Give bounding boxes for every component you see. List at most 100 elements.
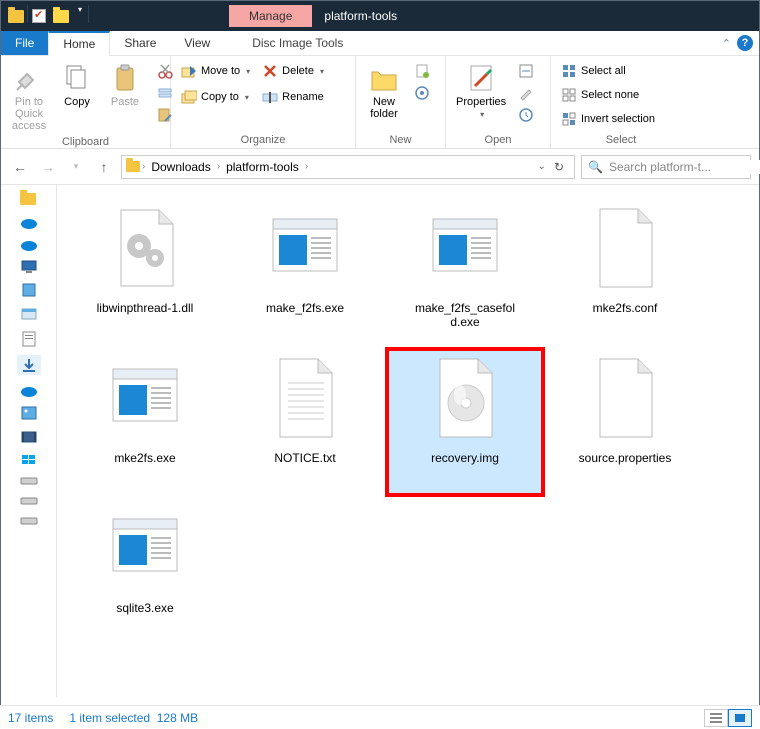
new-folder-icon [368, 62, 400, 94]
easy-access-button[interactable] [410, 82, 434, 104]
file-name: recovery.img [431, 451, 499, 465]
select-none-icon [561, 87, 577, 103]
tree-onedrive-icon[interactable] [20, 237, 38, 251]
new-item-button[interactable] [410, 60, 434, 82]
copy-to-button[interactable]: Copy to▾ [177, 86, 254, 108]
tree-3dobjects-icon[interactable] [20, 281, 38, 299]
help-icon[interactable]: ? [737, 35, 753, 51]
file-thumbnail [257, 201, 353, 297]
file-item[interactable]: make_f2fs_casefold.exe [385, 197, 545, 347]
pin-to-quick-access-button[interactable]: Pin to Quick access [7, 60, 51, 134]
breadcrumb-downloads[interactable]: Downloads [147, 160, 214, 174]
disc-tools-tab[interactable]: Disc Image Tools [238, 31, 357, 55]
clipboard-group-label: Clipboard [7, 134, 164, 150]
qat-customize-icon[interactable]: ▾ [72, 5, 88, 27]
copy-to-icon [181, 89, 197, 105]
tree-onedrive-icon[interactable] [20, 215, 38, 229]
file-item[interactable]: mke2fs.exe [65, 347, 225, 497]
file-item[interactable]: mke2fs.conf [545, 197, 705, 347]
paste-button[interactable]: Paste [103, 60, 147, 110]
qat-properties-icon[interactable] [28, 5, 50, 27]
back-button[interactable]: ← [9, 156, 31, 178]
window-title: platform-tools [324, 9, 397, 23]
open-button[interactable] [514, 60, 538, 82]
open-icon [518, 63, 534, 79]
context-tab[interactable]: Manage [229, 5, 312, 27]
tree-music-icon[interactable] [20, 383, 38, 397]
tree-windows10-icon[interactable] [20, 453, 38, 467]
tree-pictures-icon[interactable] [20, 405, 38, 421]
tree-folder-icon[interactable] [20, 193, 38, 207]
collapse-ribbon-icon[interactable]: ⌃ [722, 37, 731, 50]
rename-button[interactable]: Rename [258, 86, 328, 108]
delete-button[interactable]: Delete▾ [258, 60, 328, 82]
search-icon: 🔍 [588, 160, 603, 174]
properties-icon [465, 62, 497, 94]
file-item[interactable]: source.properties [545, 347, 705, 497]
minimize-button[interactable]:  [624, 1, 669, 31]
refresh-icon[interactable]: ↻ [554, 160, 564, 174]
file-name: source.properties [579, 451, 672, 465]
details-view-button[interactable] [704, 709, 728, 727]
new-folder-button[interactable]: New folder [362, 60, 406, 122]
tree-drive-icon[interactable] [20, 475, 38, 487]
select-all-icon [561, 63, 577, 79]
file-item[interactable]: sqlite3.exe [65, 497, 225, 647]
copy-icon [61, 62, 93, 94]
tree-documents-icon[interactable] [20, 331, 38, 347]
history-icon [518, 107, 534, 123]
up-button[interactable]: ↑ [93, 156, 115, 178]
file-thumbnail [577, 351, 673, 447]
qat-newfolder-icon[interactable] [50, 5, 72, 27]
rename-icon [262, 89, 278, 105]
large-icons-view-button[interactable] [728, 709, 752, 727]
copy-button[interactable]: Copy [55, 60, 99, 110]
recent-locations-button[interactable]: ▾ [65, 156, 87, 178]
close-button[interactable]:  [714, 1, 759, 31]
move-to-button[interactable]: Move to▾ [177, 60, 254, 82]
file-thumbnail [577, 201, 673, 297]
file-tab[interactable]: File [1, 31, 48, 55]
forward-button[interactable]: → [37, 156, 59, 178]
organize-group-label: Organize [177, 132, 349, 148]
select-none-button[interactable]: Select none [557, 84, 659, 106]
invert-selection-button[interactable]: Invert selection [557, 108, 659, 130]
file-thumbnail [417, 201, 513, 297]
tree-downloads-icon[interactable] [17, 355, 41, 375]
address-bar[interactable]: › Downloads › platform-tools › ⌄ ↻ [121, 155, 575, 179]
maximize-button[interactable]:  [669, 1, 714, 31]
home-tab[interactable]: Home [48, 31, 110, 56]
title-bar: ▾ Manage platform-tools    [1, 1, 759, 31]
select-all-button[interactable]: Select all [557, 60, 659, 82]
edit-button[interactable] [514, 82, 538, 104]
file-thumbnail [97, 351, 193, 447]
file-thumbnail [257, 351, 353, 447]
file-grid[interactable]: libwinpthread-1.dll make_f2fs.exe make_f2f… [57, 185, 759, 697]
delete-icon [262, 63, 278, 79]
address-dropdown-icon[interactable]: ⌄ [538, 161, 546, 172]
breadcrumb-platform-tools[interactable]: platform-tools [222, 160, 303, 174]
view-tab[interactable]: View [170, 31, 224, 55]
tree-thispc-icon[interactable] [20, 259, 38, 273]
history-button[interactable] [514, 104, 538, 126]
file-item[interactable]: make_f2fs.exe [225, 197, 385, 347]
pin-icon [13, 62, 45, 94]
file-item[interactable]: recovery.img [385, 347, 545, 497]
file-name: mke2fs.exe [114, 451, 175, 465]
file-item[interactable]: NOTICE.txt [225, 347, 385, 497]
tree-videos-icon[interactable] [20, 429, 38, 445]
share-tab[interactable]: Share [110, 31, 170, 55]
nav-row: ← → ▾ ↑ › Downloads › platform-tools › ⌄… [1, 149, 759, 185]
search-input[interactable] [609, 160, 760, 174]
file-name: make_f2fs.exe [266, 301, 344, 315]
search-box[interactable]: 🔍 [581, 155, 751, 179]
tree-drive-icon[interactable] [20, 515, 38, 527]
tree-desktop-icon[interactable] [20, 307, 38, 323]
file-item[interactable]: libwinpthread-1.dll [65, 197, 225, 347]
tree-drive-icon[interactable] [20, 495, 38, 507]
properties-button[interactable]: Properties▾ [452, 60, 510, 121]
easy-access-icon [414, 85, 430, 101]
status-bar: 17 items 1 item selected 128 MB [0, 705, 760, 729]
navigation-pane[interactable] [1, 185, 57, 697]
menu-bar: File Home Share View Disc Image Tools ⌃ … [1, 31, 759, 56]
